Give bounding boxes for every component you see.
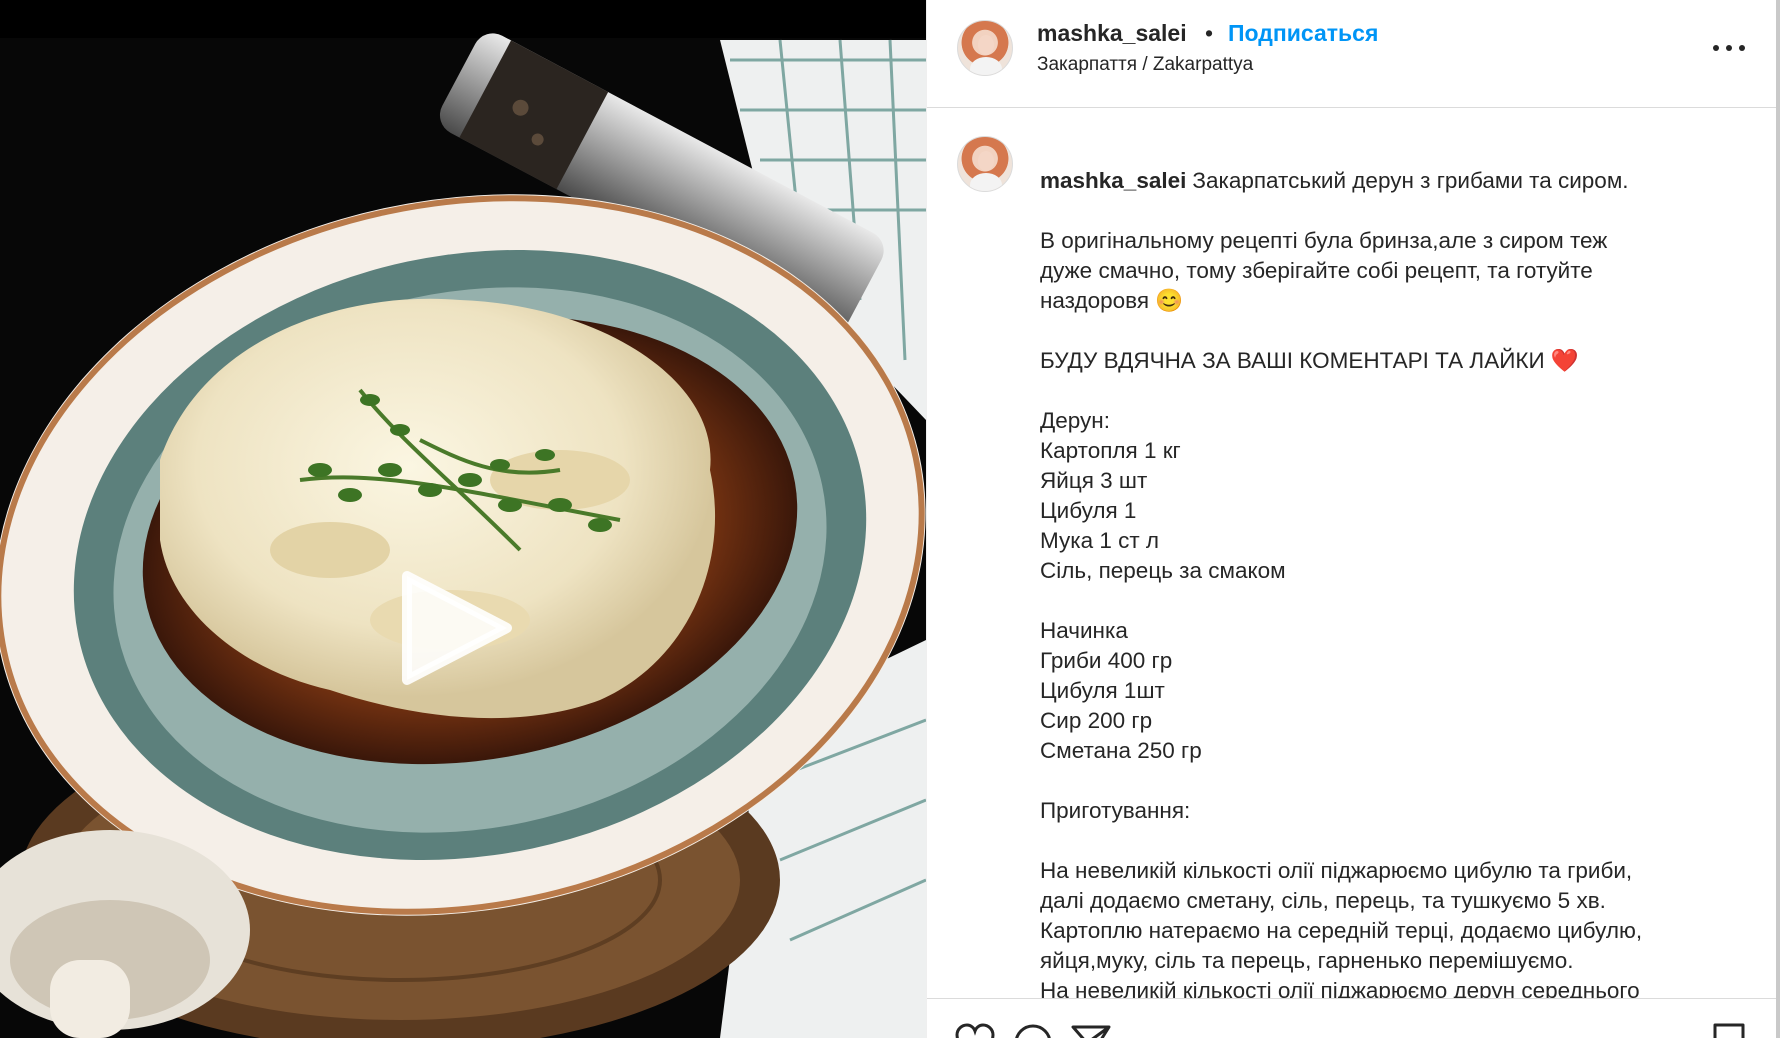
post-details-panel: mashka_salei • Подписаться Закарпаття / … (926, 0, 1777, 1038)
caption-ingredients-deruny: Дерун: Картопля 1 кг Яйця 3 шт Цибуля 1 … (1040, 408, 1286, 583)
post-media-video[interactable] (0, 0, 926, 1038)
caption-method-heading: Приготування: (1040, 798, 1191, 823)
comment-icon (1015, 1024, 1051, 1038)
caption-username[interactable]: mashka_salei (1040, 168, 1186, 193)
caption-paragraph: БУДУ ВДЯЧНА ЗА ВАШІ КОМЕНТАРІ ТА ЛАЙКИ ❤… (1040, 348, 1579, 373)
caption-method: На невеликій кількості олії піджарюємо ц… (1040, 858, 1643, 998)
caption-first-line: Закарпатський дерун з грибами та сиром. (1192, 168, 1629, 193)
window-edge (1776, 0, 1780, 1038)
post-header: mashka_salei • Подписаться Закарпаття / … (927, 0, 1777, 108)
post-caption: mashka_salei Закарпатський дерун з грибам… (1040, 136, 1740, 998)
post-actions-bar (927, 998, 1777, 1038)
avatar[interactable] (957, 20, 1013, 76)
caption-paragraph: В оригінальному рецепті була бринза,але … (1040, 228, 1608, 313)
food-photo (0, 0, 926, 1038)
author-username[interactable]: mashka_salei (1037, 20, 1187, 47)
post-location[interactable]: Закарпаття / Zakarpattya (1037, 54, 1253, 76)
comments-section[interactable]: mashka_salei Закарпатський дерун з грибам… (927, 108, 1777, 998)
share-icon (1071, 1025, 1111, 1038)
like-button[interactable] (955, 1023, 995, 1038)
bookmark-icon (1713, 1023, 1745, 1038)
play-icon (402, 571, 512, 685)
caption-avatar[interactable] (957, 136, 1013, 192)
heart-icon (955, 1023, 995, 1038)
play-button[interactable] (395, 568, 515, 688)
save-button[interactable] (1709, 1023, 1749, 1038)
caption-ingredients-filling: Начинка Гриби 400 гр Цибуля 1шт Сир 200 … (1040, 618, 1202, 763)
follow-button[interactable]: Подписаться (1228, 20, 1378, 47)
share-button[interactable] (1071, 1023, 1111, 1038)
more-options-button[interactable] (1711, 30, 1751, 64)
header-separator: • (1205, 20, 1214, 46)
comment-button[interactable] (1013, 1023, 1053, 1038)
